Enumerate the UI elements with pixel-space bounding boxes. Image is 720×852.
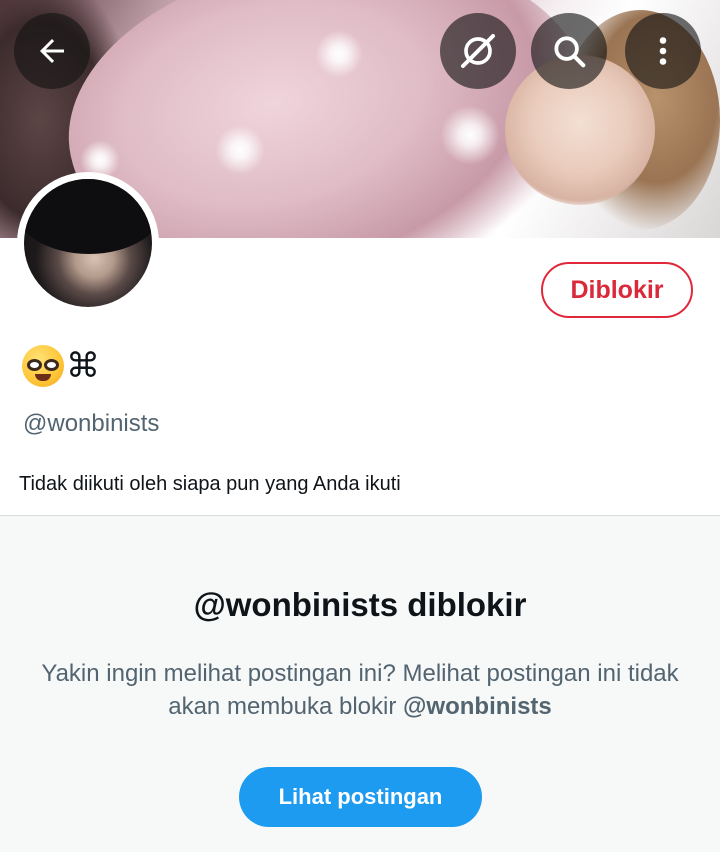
more-options-button[interactable]	[625, 13, 701, 89]
nerd-face-icon	[22, 345, 64, 387]
more-vertical-icon	[645, 33, 681, 69]
display-name: ⌘	[22, 342, 100, 390]
banner-decor	[315, 30, 363, 78]
search-button[interactable]	[531, 13, 607, 89]
search-icon	[550, 32, 588, 70]
avatar-image	[24, 179, 152, 307]
blocked-notice-title: @wonbinists diblokir	[193, 586, 527, 623]
blocked-notice-message: Yakin ingin melihat postingan ini? Melih…	[40, 657, 680, 723]
back-button[interactable]	[14, 13, 90, 89]
blocked-button[interactable]: Diblokir	[541, 262, 693, 318]
blocked-notice-message-handle: @wonbinists	[403, 693, 552, 720]
back-arrow-icon	[34, 33, 70, 69]
grok-button[interactable]	[440, 13, 516, 89]
avatar[interactable]	[17, 172, 159, 314]
grok-icon	[458, 31, 498, 71]
display-name-symbol: ⌘	[66, 346, 100, 386]
view-posts-button[interactable]: Lihat postingan	[239, 767, 482, 827]
follow-context-text: Tidak diikuti oleh siapa pun yang Anda i…	[19, 473, 401, 495]
banner-decor	[440, 105, 500, 165]
profile-handle: @wonbinists	[23, 410, 160, 437]
blocked-notice-message-text: Yakin ingin melihat postingan ini? Melih…	[41, 660, 679, 720]
banner-decor	[215, 125, 265, 175]
profile-page: Diblokir ⌘ @wonbinists Tidak diikuti ole…	[0, 0, 720, 852]
